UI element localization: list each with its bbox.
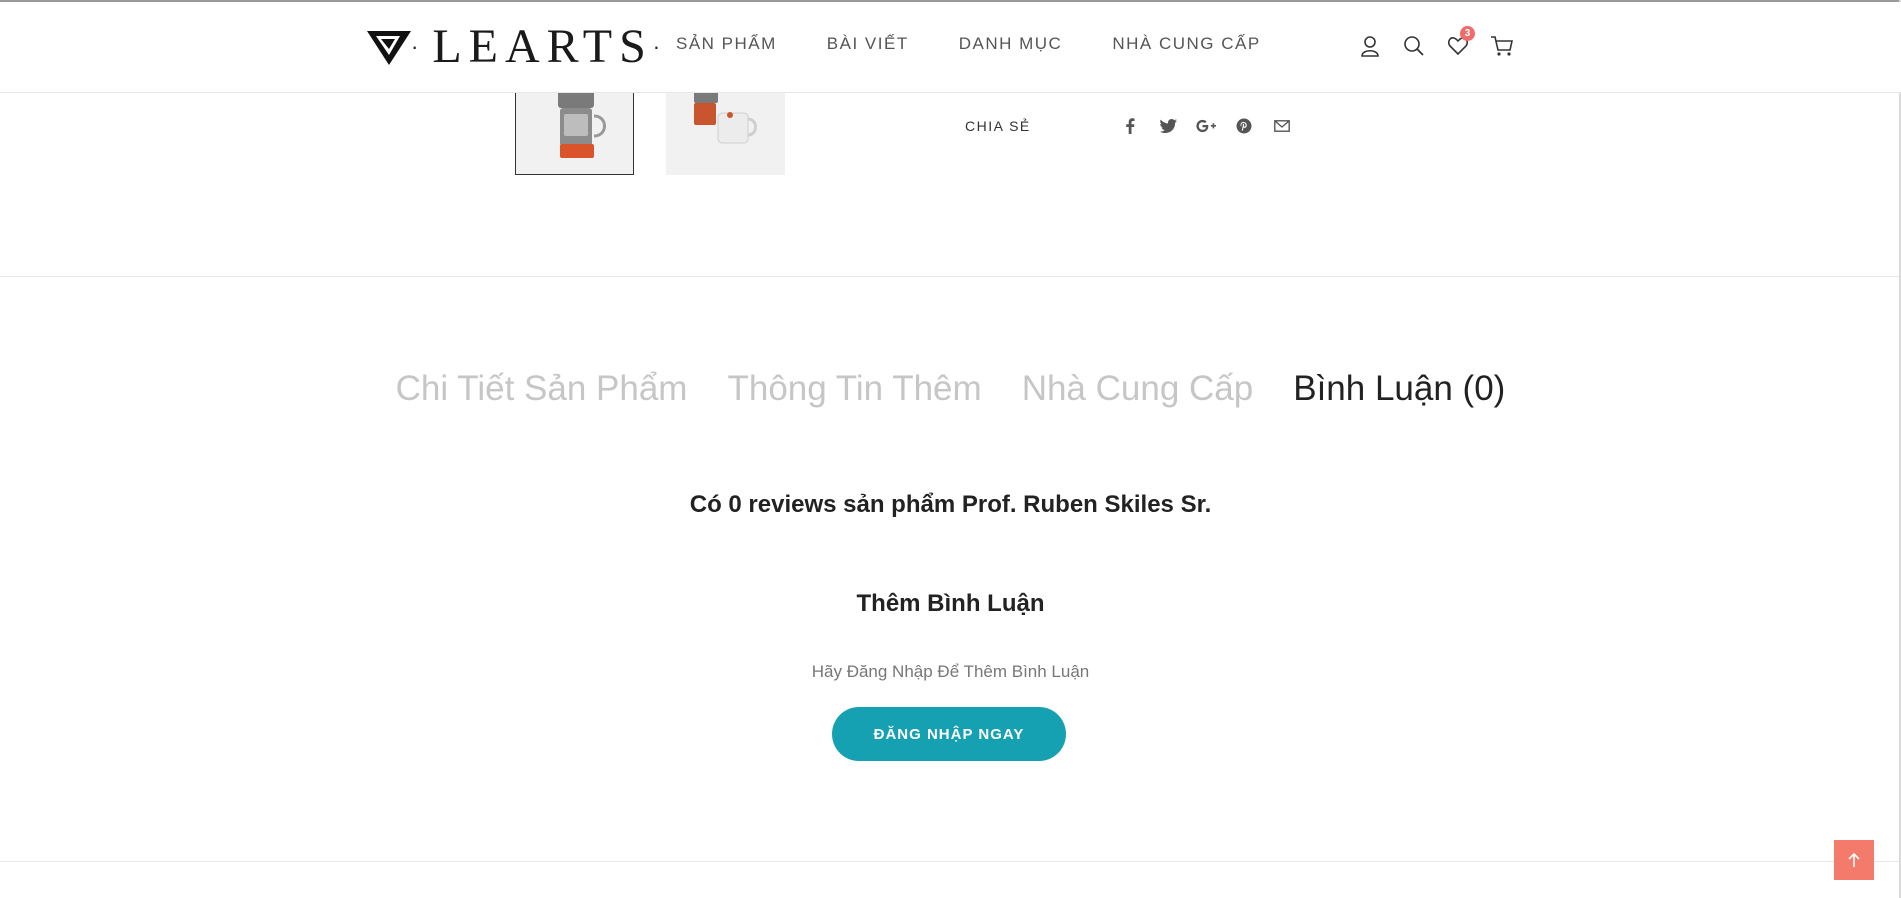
share-label: CHIA SẺ	[965, 118, 1031, 134]
google-plus-icon[interactable]	[1196, 116, 1216, 136]
scroll-to-top-button[interactable]	[1834, 840, 1874, 880]
arrow-up-icon	[1848, 852, 1860, 867]
user-icon[interactable]	[1356, 32, 1384, 60]
tab-product-details[interactable]: Chi Tiết Sản Phẩm	[396, 369, 688, 409]
tab-reviews[interactable]: Bình Luận (0)	[1293, 369, 1505, 409]
search-icon[interactable]	[1400, 32, 1428, 60]
nav-item-suppliers[interactable]: NHÀ CUNG CẤP	[1112, 34, 1260, 54]
logo-dot-left: ·	[411, 34, 419, 59]
login-required-note: Hãy Đăng Nhập Để Thêm Bình Luận	[811, 662, 1090, 681]
review-count-heading: Có 0 reviews sản phẩm Prof. Ruben Skiles…	[689, 491, 1212, 518]
nav-item-posts[interactable]: BÀI VIẾT	[827, 34, 909, 54]
facebook-icon[interactable]	[1120, 116, 1140, 136]
twitter-icon[interactable]	[1158, 116, 1178, 136]
site-header: · LEARTS · SẢN PHẨM BÀI VIẾT DANH MỤC NH…	[0, 2, 1901, 93]
nav-item-products[interactable]: SẢN PHẨM	[676, 34, 777, 54]
cart-icon[interactable]	[1488, 32, 1516, 60]
product-tabs: Chi Tiết Sản Phẩm Thông Tin Thêm Nhà Cun…	[0, 369, 1901, 409]
social-share	[1120, 116, 1310, 136]
tab-more-info[interactable]: Thông Tin Thêm	[727, 369, 981, 409]
header-icons: 3	[1356, 26, 1532, 60]
logo-dot-right: ·	[652, 34, 661, 59]
logo-text: LEARTS	[432, 20, 653, 73]
footer-divider	[0, 861, 1901, 862]
heart-icon[interactable]: 3	[1444, 26, 1475, 60]
add-review-title: Thêm Bình Luận	[856, 590, 1045, 617]
section-divider	[0, 276, 1901, 277]
tab-supplier[interactable]: Nhà Cung Cấp	[1022, 369, 1254, 409]
wishlist-count-badge: 3	[1460, 26, 1475, 41]
site-logo[interactable]: · LEARTS ·	[367, 18, 660, 76]
email-icon[interactable]	[1272, 116, 1292, 136]
nav-item-categories[interactable]: DANH MỤC	[959, 34, 1063, 54]
login-now-button[interactable]: ĐĂNG NHẬP NGAY	[832, 707, 1066, 761]
logo-mark-icon	[367, 31, 411, 65]
pinterest-icon[interactable]	[1234, 116, 1254, 136]
main-nav: SẢN PHẨM BÀI VIẾT DANH MỤC NHÀ CUNG CẤP	[676, 34, 1311, 54]
